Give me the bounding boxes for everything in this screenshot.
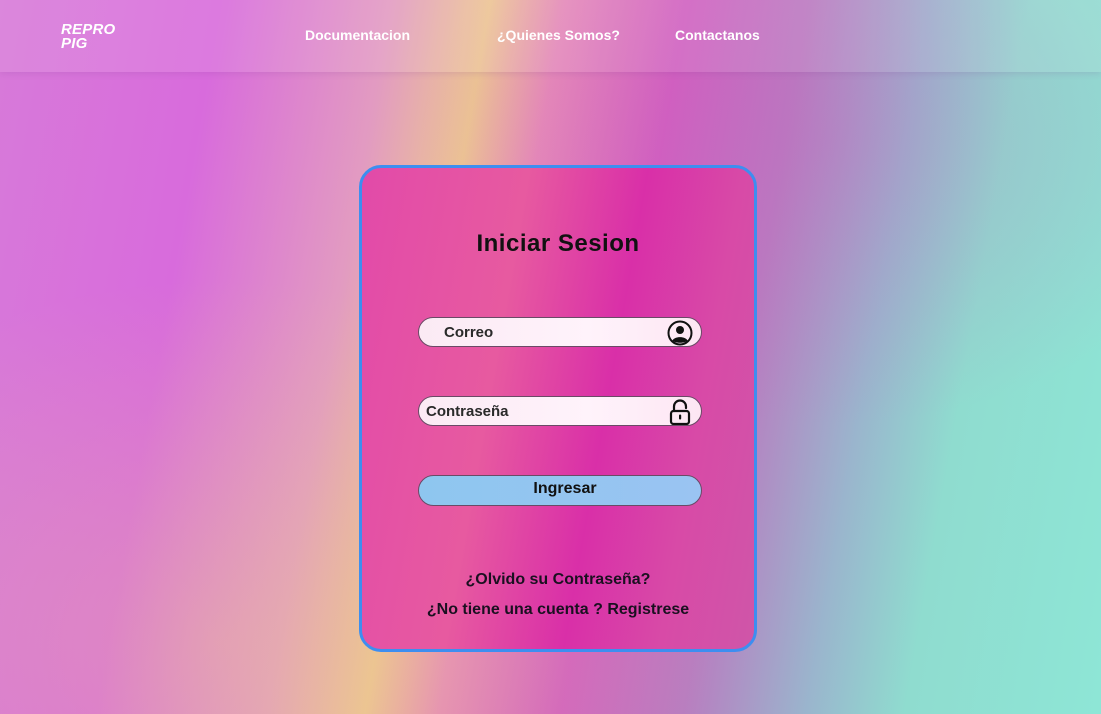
forgot-password-link[interactable]: ¿Olvido su Contraseña?: [362, 571, 754, 589]
user-circle-icon: [667, 320, 693, 346]
brand-logo[interactable]: REPRO PIG: [61, 22, 121, 52]
top-navbar: REPRO PIG Documentacion ¿Quienes Somos? …: [0, 0, 1101, 72]
logo-line-2: PIG: [61, 35, 88, 52]
login-card: Iniciar Sesion Ingresar ¿Olvido su Contr…: [359, 165, 757, 652]
register-link[interactable]: ¿No tiene una cuenta ? Registrese: [362, 601, 754, 619]
nav-link-quienes-somos[interactable]: ¿Quienes Somos?: [497, 27, 620, 43]
login-title: Iniciar Sesion: [476, 230, 640, 257]
nav-link-contactanos[interactable]: Contactanos: [675, 27, 760, 43]
login-page: REPRO PIG Documentacion ¿Quienes Somos? …: [0, 0, 1101, 714]
email-field-container: [418, 317, 702, 347]
password-field[interactable]: [419, 397, 659, 425]
nav-link-documentacion[interactable]: Documentacion: [305, 27, 410, 43]
unlock-icon: [669, 399, 691, 425]
password-field-container: [418, 396, 702, 426]
login-submit-button[interactable]: Ingresar: [418, 475, 702, 506]
email-field[interactable]: [419, 318, 659, 346]
